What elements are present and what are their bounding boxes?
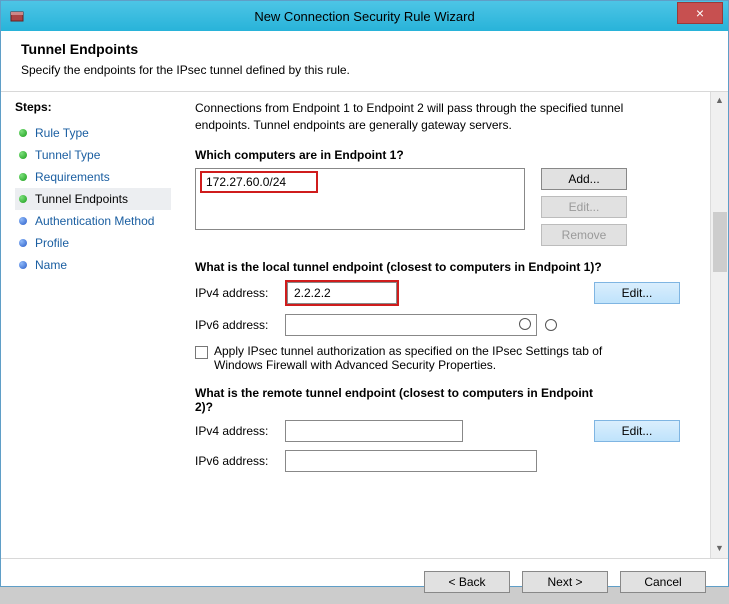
edit-button: Edit... [541,196,627,218]
steps-sidebar: Steps: Rule Type Tunnel Type Requirement… [1,92,181,558]
local-ipv6-input[interactable] [285,314,537,336]
scroll-down-icon[interactable]: ▼ [711,540,728,558]
page-subtitle: Specify the endpoints for the IPsec tunn… [21,63,708,77]
content-pane: Connections from Endpoint 1 to Endpoint … [181,92,728,558]
window-title: New Connection Security Rule Wizard [1,9,728,24]
cancel-button[interactable]: Cancel [620,571,706,593]
step-label: Profile [35,236,69,250]
remote-ipv6-input[interactable] [285,450,537,472]
next-button[interactable]: Next > [522,571,608,593]
endpoint1-buttons: Add... Edit... Remove [541,168,627,246]
bullet-icon [19,217,27,225]
ipv4-highlight [285,280,399,306]
step-tunnel-endpoints[interactable]: Tunnel Endpoints [15,188,171,210]
authorization-checkbox[interactable] [195,346,208,359]
remote-ipv4-input[interactable] [285,420,463,442]
endpoint1-question: Which computers are in Endpoint 1? [195,148,722,162]
bullet-icon [19,129,27,137]
intro-text: Connections from Endpoint 1 to Endpoint … [195,100,675,134]
step-label: Requirements [35,170,110,184]
step-requirements[interactable]: Requirements [15,166,171,188]
wizard-window: New Connection Security Rule Wizard × Tu… [0,0,729,587]
step-rule-type[interactable]: Rule Type [15,122,171,144]
bullet-icon [19,261,27,269]
step-tunnel-type[interactable]: Tunnel Type [15,144,171,166]
local-edit-button[interactable]: Edit... [594,282,680,304]
body: Steps: Rule Type Tunnel Type Requirement… [1,92,728,558]
step-label: Name [35,258,67,272]
step-name[interactable]: Name [15,254,171,276]
close-button[interactable]: × [677,2,723,24]
page-title: Tunnel Endpoints [21,41,708,57]
endpoint1-item-highlight: 172.27.60.0/24 [200,171,318,193]
endpoint1-item: 172.27.60.0/24 [206,175,286,189]
endpoint1-group: Which computers are in Endpoint 1? 172.2… [195,148,722,246]
ipv6-label: IPv6 address: [195,318,285,332]
remote-ipv6-label: IPv6 address: [195,454,285,468]
bullet-icon [19,173,27,181]
authorization-label: Apply IPsec tunnel authorization as spec… [214,344,625,372]
steps-heading: Steps: [15,100,171,114]
bullet-icon [19,151,27,159]
local-question: What is the local tunnel endpoint (close… [195,260,722,274]
authorization-row: Apply IPsec tunnel authorization as spec… [195,344,625,372]
titlebar: New Connection Security Rule Wizard × [1,1,728,31]
remote-endpoint-group: What is the remote tunnel endpoint (clos… [195,386,722,472]
ipv6-radio[interactable] [545,319,557,331]
step-label: Tunnel Type [35,148,100,162]
page-header: Tunnel Endpoints Specify the endpoints f… [1,31,728,92]
step-label: Authentication Method [35,214,154,228]
remote-ipv4-label: IPv4 address: [195,424,285,438]
remote-question: What is the remote tunnel endpoint (clos… [195,386,595,414]
remote-edit-button[interactable]: Edit... [594,420,680,442]
local-ipv4-input[interactable] [287,282,397,304]
step-label: Tunnel Endpoints [35,192,128,206]
vertical-scrollbar[interactable]: ▲ ▼ [710,92,728,558]
add-button[interactable]: Add... [541,168,627,190]
local-ipv6-wrap [285,314,537,336]
scroll-up-icon[interactable]: ▲ [711,92,728,110]
remove-button: Remove [541,224,627,246]
footer: < Back Next > Cancel [1,558,728,604]
clear-indicator-icon [519,318,531,330]
ipv4-label: IPv4 address: [195,286,285,300]
local-endpoint-group: What is the local tunnel endpoint (close… [195,260,722,372]
step-label: Rule Type [35,126,89,140]
endpoint1-listbox[interactable]: 172.27.60.0/24 [195,168,525,230]
scroll-thumb[interactable] [713,212,727,272]
step-authentication-method[interactable]: Authentication Method [15,210,171,232]
bullet-icon [19,239,27,247]
bullet-icon [19,195,27,203]
step-profile[interactable]: Profile [15,232,171,254]
back-button[interactable]: < Back [424,571,510,593]
